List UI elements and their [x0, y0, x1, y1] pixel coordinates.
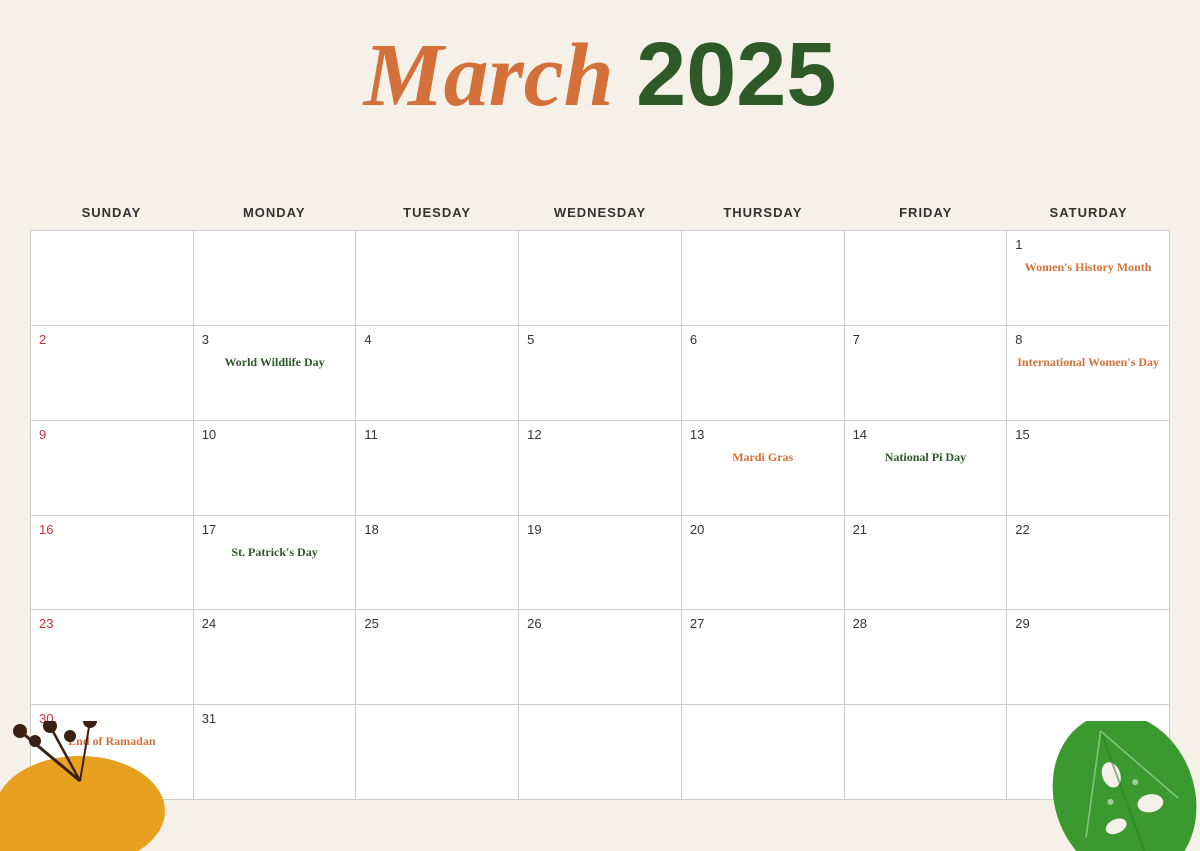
calendar-cell: 12 — [519, 421, 682, 516]
cell-day-number: 26 — [527, 616, 673, 631]
cell-day-number: 3 — [202, 332, 348, 347]
cell-day-number: 5 — [527, 332, 673, 347]
calendar-cell — [356, 231, 519, 326]
calendar-cell: 14 National Pi Day — [845, 421, 1008, 516]
cell-day-number: 2 — [39, 332, 185, 347]
cell-day-number: 15 — [1015, 427, 1161, 442]
cell-day-number: 25 — [364, 616, 510, 631]
calendar-cell: 21 — [845, 516, 1008, 611]
cell-event-label: National Pi Day — [853, 450, 999, 466]
cell-day-number: 18 — [364, 522, 510, 537]
calendar-cell: 16 — [31, 516, 194, 611]
calendar-cell — [356, 705, 519, 800]
cell-day-number: 6 — [690, 332, 836, 347]
calendar-cell — [845, 231, 1008, 326]
header-sunday: SUNDAY — [30, 200, 193, 225]
calendar-cell — [519, 705, 682, 800]
calendar-cell: 28 — [845, 610, 1008, 705]
cell-day-number: 29 — [1015, 616, 1161, 631]
cell-day-number: 22 — [1015, 522, 1161, 537]
cell-day-number: 31 — [202, 711, 348, 726]
calendar-cell — [845, 705, 1008, 800]
calendar-cell: 20 — [682, 516, 845, 611]
cell-event-label: St. Patrick's Day — [202, 545, 348, 561]
calendar-cell: 25 — [356, 610, 519, 705]
cell-day-number: 1 — [1015, 237, 1161, 252]
calendar-cell: 17 St. Patrick's Day — [194, 516, 357, 611]
calendar-cell — [682, 231, 845, 326]
calendar-cell: 29 — [1007, 610, 1170, 705]
calendar-cell: 15 — [1007, 421, 1170, 516]
calendar-cell: 24 — [194, 610, 357, 705]
cell-day-number: 17 — [202, 522, 348, 537]
header-saturday: SATURDAY — [1007, 200, 1170, 225]
calendar-cell — [519, 231, 682, 326]
cell-event-label: Mardi Gras — [690, 450, 836, 466]
cell-day-number: 23 — [39, 616, 185, 631]
cell-event-label: Women's History Month — [1015, 260, 1161, 276]
calendar-cell — [194, 231, 357, 326]
cell-event-label: World Wildlife Day — [202, 355, 348, 371]
calendar-cell: 10 — [194, 421, 357, 516]
cell-day-number: 20 — [690, 522, 836, 537]
cell-day-number: 4 — [364, 332, 510, 347]
header-friday: FRIDAY — [844, 200, 1007, 225]
cell-day-number: 8 — [1015, 332, 1161, 347]
calendar-cell: 13 Mardi Gras — [682, 421, 845, 516]
cell-day-number: 16 — [39, 522, 185, 537]
cell-day-number: 9 — [39, 427, 185, 442]
cell-day-number: 14 — [853, 427, 999, 442]
calendar-cell: 4 — [356, 326, 519, 421]
calendar-cell: 6 — [682, 326, 845, 421]
calendar-cell: 5 — [519, 326, 682, 421]
calendar-cell: 22 — [1007, 516, 1170, 611]
calendar-cell: 23 — [31, 610, 194, 705]
day-headers: SUNDAY MONDAY TUESDAY WEDNESDAY THURSDAY… — [30, 200, 1170, 225]
calendar-cell — [31, 231, 194, 326]
cell-day-number: 19 — [527, 522, 673, 537]
cell-day-number: 13 — [690, 427, 836, 442]
header-thursday: THURSDAY — [681, 200, 844, 225]
calendar-cell: 19 — [519, 516, 682, 611]
calendar-grid: 1Women's History Month23World Wildlife D… — [30, 230, 1170, 800]
calendar-cell: 31 — [194, 705, 357, 800]
calendar-cell: 11 — [356, 421, 519, 516]
calendar-title: March 2025 — [0, 30, 1200, 121]
calendar-cell: 18 — [356, 516, 519, 611]
cell-day-number: 12 — [527, 427, 673, 442]
cell-day-number: 28 — [853, 616, 999, 631]
header-wednesday: WEDNESDAY — [519, 200, 682, 225]
cell-event-label: International Women's Day — [1015, 355, 1161, 371]
calendar-cell: 27 — [682, 610, 845, 705]
calendar-container: SUNDAY MONDAY TUESDAY WEDNESDAY THURSDAY… — [0, 200, 1200, 810]
header-tuesday: TUESDAY — [356, 200, 519, 225]
cell-day-number: 7 — [853, 332, 999, 347]
calendar-cell: 8 International Women's Day — [1007, 326, 1170, 421]
cell-day-number: 11 — [364, 427, 510, 442]
calendar-cell: 1 Women's History Month — [1007, 231, 1170, 326]
month-label: March — [364, 26, 614, 125]
cell-day-number: 27 — [690, 616, 836, 631]
calendar-header: March 2025 — [0, 0, 1200, 200]
calendar-cell: 26 — [519, 610, 682, 705]
calendar-cell: 2 — [31, 326, 194, 421]
cell-day-number: 10 — [202, 427, 348, 442]
year-label: 2025 — [636, 25, 836, 125]
calendar-cell: 7 — [845, 326, 1008, 421]
calendar-cell: 9 — [31, 421, 194, 516]
header-monday: MONDAY — [193, 200, 356, 225]
cell-day-number: 21 — [853, 522, 999, 537]
cell-day-number: 24 — [202, 616, 348, 631]
calendar-cell — [682, 705, 845, 800]
calendar-cell: 3 World Wildlife Day — [194, 326, 357, 421]
